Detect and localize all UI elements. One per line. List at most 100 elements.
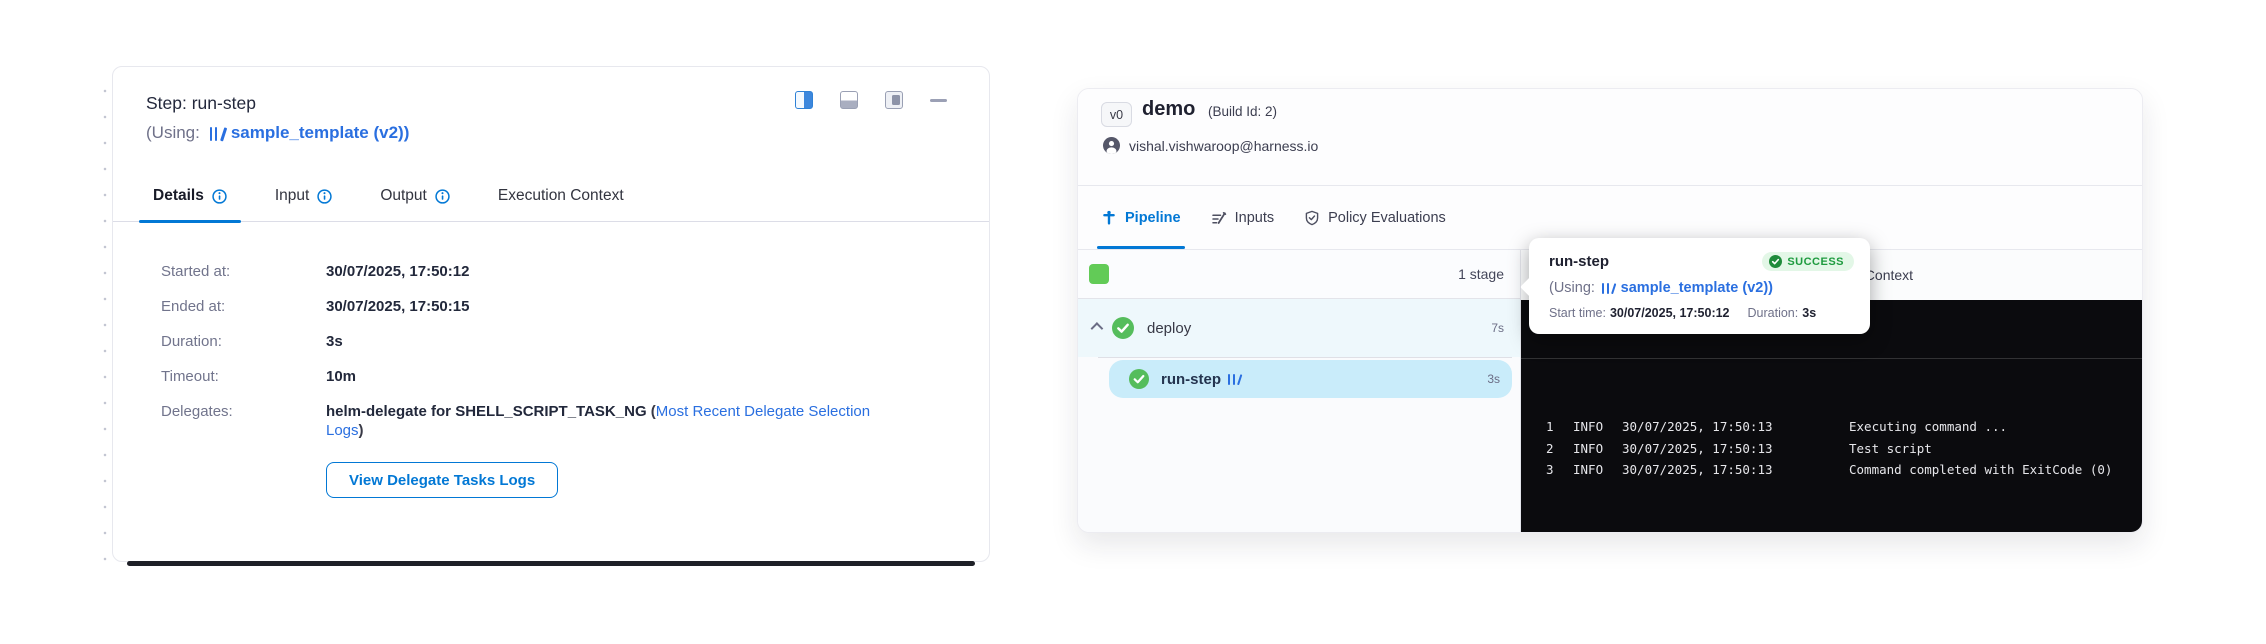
side-view-icon[interactable]: [885, 91, 903, 109]
step-tabs: Details Input Output Execution Context: [113, 169, 989, 222]
stage-summary-row: 1 stage: [1078, 250, 1520, 299]
execution-header: v0 demo (Build Id: 2) vishal.vishwaroop@…: [1078, 89, 2142, 186]
detail-row-timeout: Timeout: 10m: [161, 367, 961, 386]
badge-label: SUCCESS: [1787, 256, 1844, 268]
stage-duration: 7s: [1491, 321, 1504, 335]
shield-check-icon: [1304, 210, 1320, 226]
log-message: Executing command ...: [1849, 416, 2007, 438]
log-level: INFO: [1573, 459, 1622, 481]
log-timestamp: 30/07/2025, 17:50:13: [1622, 416, 1849, 438]
step-details-body: Started at: 30/07/2025, 17:50:12 Ended a…: [113, 222, 989, 498]
detail-label: Delegates:: [161, 402, 326, 440]
template-icon: [210, 126, 225, 141]
duration-label: Duration:: [1748, 306, 1799, 320]
tree-divider: [1098, 357, 1512, 358]
inputs-icon: [1211, 210, 1227, 226]
detail-label: Started at:: [161, 262, 326, 281]
tab-policy-evaluations-label: Policy Evaluations: [1328, 210, 1446, 226]
stage-tree-pane: 1 stage deploy 7s run-step: [1078, 250, 1521, 532]
log-timestamp: 30/07/2025, 17:50:13: [1622, 459, 1849, 481]
start-time-label: Start time:: [1549, 306, 1606, 320]
tree-row-run-step[interactable]: run-step 3s: [1109, 360, 1512, 398]
tab-output[interactable]: Output: [380, 187, 450, 221]
tab-inputs[interactable]: Inputs: [1211, 186, 1275, 249]
using-prefix: (Using:: [146, 123, 200, 143]
tooltip-step-name: run-step: [1549, 253, 1609, 270]
trigger-user-row: vishal.vishwaroop@harness.io: [1103, 137, 1318, 154]
log-line: 1 INFO 30/07/2025, 17:50:13 Executing co…: [1546, 416, 2132, 438]
log-console[interactable]: 1 INFO 30/07/2025, 17:50:13 Executing co…: [1521, 300, 2142, 532]
tab-inputs-label: Inputs: [1235, 210, 1275, 226]
log-section-divider: [1521, 358, 2142, 359]
delegates-value: helm-delegate for SHELL_SCRIPT_TASK_NG: [326, 403, 647, 420]
log-level: INFO: [1573, 438, 1622, 460]
log-line-number: 3: [1546, 459, 1573, 481]
split-view-icon[interactable]: [795, 91, 813, 109]
log-line-number: 1: [1546, 416, 1573, 438]
paren-close: ): [359, 422, 364, 439]
stage-name: deploy: [1147, 320, 1191, 337]
detail-value: 30/07/2025, 17:50:15: [326, 297, 469, 316]
detail-value: 3s: [326, 332, 343, 351]
detail-value: helm-delegate for SHELL_SCRIPT_TASK_NG (…: [326, 402, 891, 440]
pipeline-icon: [1101, 210, 1117, 226]
info-icon[interactable]: [435, 189, 450, 204]
info-icon[interactable]: [317, 189, 332, 204]
log-line-number: 2: [1546, 438, 1573, 460]
log-message: Test script: [1849, 438, 1932, 460]
template-link[interactable]: sample_template (v2): [1621, 280, 1768, 296]
using-template-line: (Using: sample_template (v2)): [146, 123, 961, 143]
log-line: 3 INFO 30/07/2025, 17:50:13 Command comp…: [1546, 459, 2132, 481]
trigger-user-email: vishal.vishwaroop@harness.io: [1129, 138, 1318, 154]
detail-row-duration: Duration: 3s: [161, 332, 961, 351]
tab-input[interactable]: Input: [275, 187, 332, 221]
view-delegate-tasks-logs-button[interactable]: View Delegate Tasks Logs: [326, 462, 558, 498]
detail-label: Ended at:: [161, 297, 326, 316]
panel-view-controls: [795, 91, 947, 109]
badge-check-icon: [1769, 255, 1782, 268]
stage-status-square: [1089, 264, 1109, 284]
template-icon: [1228, 373, 1242, 385]
detail-row-delegates: Delegates: helm-delegate for SHELL_SCRIP…: [161, 402, 961, 440]
chevron-up-icon[interactable]: [1091, 322, 1104, 335]
tree-row-deploy[interactable]: deploy 7s: [1078, 299, 1520, 357]
pipeline-name: demo: [1142, 98, 1195, 121]
tab-policy-evaluations[interactable]: Policy Evaluations: [1304, 186, 1446, 249]
execution-panel: v0 demo (Build Id: 2) vishal.vishwaroop@…: [1077, 88, 2143, 533]
log-message: Command completed with ExitCode (0): [1849, 459, 2112, 481]
tab-output-label: Output: [380, 187, 427, 205]
detail-row-started: Started at: 30/07/2025, 17:50:12: [161, 262, 961, 281]
tab-pipeline[interactable]: Pipeline: [1101, 186, 1181, 249]
log-level: INFO: [1573, 416, 1622, 438]
step-name: run-step: [1161, 371, 1221, 388]
tab-execution-context-label: Execution Context: [498, 187, 624, 205]
tab-pipeline-label: Pipeline: [1125, 210, 1181, 226]
log-lines: 1 INFO 30/07/2025, 17:50:13 Executing co…: [1546, 416, 2132, 481]
bottom-view-icon[interactable]: [840, 91, 858, 109]
template-icon: [1602, 282, 1616, 294]
detail-row-ended: Ended at: 30/07/2025, 17:50:15: [161, 297, 961, 316]
build-id: (Build Id: 2): [1208, 104, 1277, 119]
tab-execution-context[interactable]: Execution Context: [498, 187, 624, 221]
stage-count: 1 stage: [1458, 266, 1504, 282]
minimize-icon[interactable]: [930, 99, 947, 102]
detail-label: Duration:: [161, 332, 326, 351]
info-icon[interactable]: [212, 189, 227, 204]
tooltip-meta-line: Start time: 30/07/2025, 17:50:12 Duratio…: [1549, 306, 1854, 320]
start-time-value: 30/07/2025, 17:50:12: [1610, 306, 1730, 320]
duration-value: 3s: [1802, 306, 1816, 320]
using-prefix: (Using:: [1549, 280, 1595, 296]
using-suffix: ): [404, 123, 410, 143]
step-details-header: Step: run-step (Using: sample_template (…: [113, 67, 989, 143]
template-link[interactable]: sample_template (v2): [231, 123, 404, 143]
success-check-icon: [1129, 369, 1149, 389]
using-suffix: ): [1768, 280, 1773, 296]
step-hover-tooltip: run-step SUCCESS (Using: sample_template…: [1529, 238, 1870, 334]
log-line: 2 INFO 30/07/2025, 17:50:13 Test script: [1546, 438, 2132, 460]
detail-value: 10m: [326, 367, 356, 386]
panel-resize-handle[interactable]: [100, 70, 110, 562]
tab-input-label: Input: [275, 187, 309, 205]
version-badge: v0: [1101, 102, 1132, 127]
tab-details-label: Details: [153, 187, 204, 205]
tab-details[interactable]: Details: [153, 187, 227, 221]
